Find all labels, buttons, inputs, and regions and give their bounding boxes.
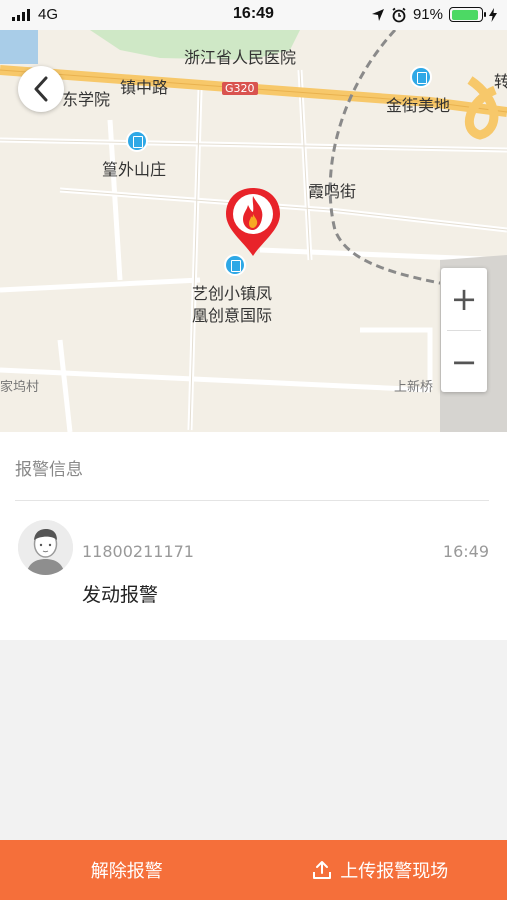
fire-marker-icon[interactable] (224, 186, 282, 258)
map-label-edge: 转 (494, 72, 507, 91)
poi-hotel-icon (126, 130, 148, 152)
alarm-info-card: 报警信息 11800211171 16:49 发动报警 (0, 432, 507, 640)
chevron-left-icon (34, 76, 48, 102)
back-button[interactable] (18, 66, 64, 112)
map-label-yichuang-2: 凰创意国际 (192, 306, 273, 325)
map-label-jinjie: 金街美地 (386, 96, 451, 115)
reporter-phone: 11800211171 (82, 542, 194, 561)
charging-bolt-icon (489, 7, 497, 22)
avatar (18, 520, 73, 575)
location-arrow-icon (371, 8, 384, 21)
section-title: 报警信息 (15, 460, 83, 480)
map-label-huangwai: 篁外山庄 (102, 160, 167, 179)
battery-percent: 91% (412, 6, 443, 23)
divider (15, 500, 489, 501)
upload-scene-button[interactable]: 上传报警现场 (254, 840, 507, 900)
upload-icon (313, 861, 332, 879)
map-label-yichuang-1: 艺创小镇凤 (192, 284, 273, 303)
alarm-message: 发动报警 (82, 584, 159, 606)
status-bar: 4G 16:49 91% (0, 0, 507, 30)
battery-icon (449, 7, 486, 22)
poi-building-icon (410, 66, 432, 88)
zoom-out-button[interactable]: − (441, 331, 487, 393)
dismiss-alarm-button[interactable]: 解除报警 (0, 840, 254, 900)
dismiss-alarm-label: 解除报警 (90, 861, 163, 882)
map-label-road: 镇中路 (120, 78, 169, 97)
map-view[interactable]: 浙江省人民医院 镇中路 G320 东学院 金街美地 转 篁外山庄 霞鸣街 艺创小… (0, 30, 507, 432)
map-label-hospital: 浙江省人民医院 (184, 48, 297, 67)
bottom-action-bar: 解除报警 上传报警现场 (0, 840, 507, 900)
map-label-village: 家坞村 (0, 380, 40, 395)
map-label-college: 东学院 (62, 90, 111, 109)
route-shield: G320 (222, 82, 258, 95)
zoom-control: + − (441, 268, 487, 392)
alarm-time: 16:49 (442, 542, 489, 561)
map-label-shangxinqiao: 上新桥 (394, 380, 434, 395)
map-label-xiaming: 霞鸣街 (308, 182, 357, 201)
zoom-in-button[interactable]: + (441, 268, 487, 330)
upload-scene-label: 上传报警现场 (340, 861, 449, 882)
alarm-clock-icon (392, 7, 406, 22)
user-avatar-icon (18, 520, 73, 575)
